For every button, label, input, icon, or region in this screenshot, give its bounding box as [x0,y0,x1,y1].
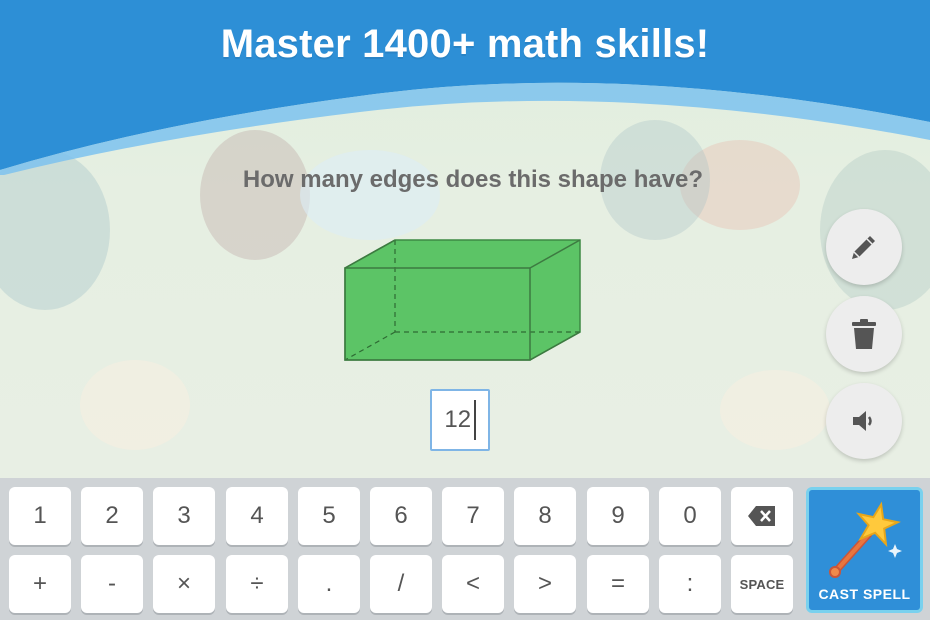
key-8[interactable]: 8 [514,487,576,545]
cast-spell-button[interactable]: CAST SPELL [806,487,923,613]
cast-spell-label: CAST SPELL [818,586,911,602]
banner-title: Master 1400+ math skills! [220,22,710,66]
key-5[interactable]: 5 [298,487,360,545]
key-2[interactable]: 2 [81,487,143,545]
trash-icon [852,319,876,349]
question-text: How many edges does this shape have? [242,166,704,193]
key-9[interactable]: 9 [587,487,649,545]
key-1[interactable]: 1 [9,487,71,545]
key-0[interactable]: 0 [659,487,721,545]
rock-decoration [720,370,830,450]
rectangular-prism-figure [344,239,581,361]
speaker-icon [853,411,872,431]
magic-wand-icon [829,501,902,578]
header-banner: Master 1400+ math skills! [0,0,930,175]
text-caret [474,400,476,440]
key-slash[interactable]: / [370,555,432,613]
trash-button[interactable] [826,296,902,372]
key-7[interactable]: 7 [442,487,504,545]
key-decimal[interactable]: . [298,555,360,613]
key-divide[interactable]: ÷ [226,555,288,613]
key-plus[interactable]: + [9,555,71,613]
answer-input[interactable]: 12 [430,389,490,451]
key-equals[interactable]: = [587,555,649,613]
rock-decoration [80,360,190,450]
pencil-button[interactable] [826,209,902,285]
key-minus[interactable]: - [81,555,143,613]
key-multiply[interactable]: × [153,555,215,613]
speaker-button[interactable] [826,383,902,459]
key-less-than[interactable]: < [442,555,504,613]
backspace-key[interactable] [731,487,793,545]
key-4[interactable]: 4 [226,487,288,545]
key-6[interactable]: 6 [370,487,432,545]
answer-value: 12 [444,406,472,433]
space-key[interactable]: SPACE [731,555,793,613]
key-3[interactable]: 3 [153,487,215,545]
backspace-icon [748,506,775,526]
key-colon[interactable]: : [659,555,721,613]
key-greater-than[interactable]: > [514,555,576,613]
pencil-icon [852,236,875,259]
